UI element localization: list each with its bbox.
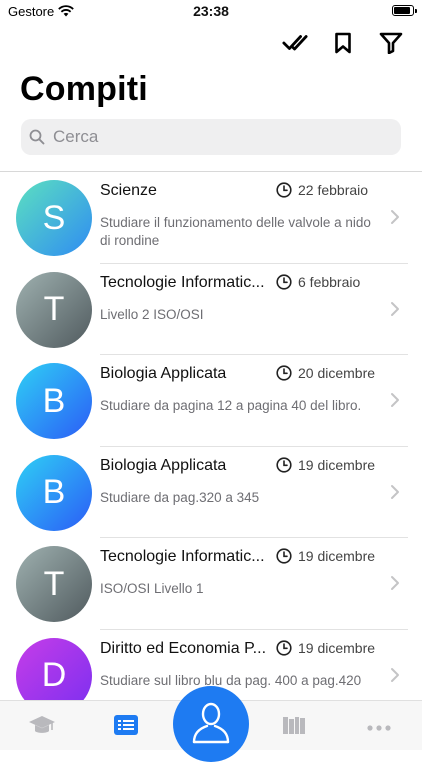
list-item[interactable]: T Tecnologie Informatic... 6 febbraio Li…	[0, 264, 422, 355]
tab-homework[interactable]	[111, 713, 141, 741]
description-text: Studiare il funzionamento delle valvole …	[100, 215, 371, 248]
avatar: B	[16, 363, 92, 439]
checkmark-double-icon[interactable]	[282, 30, 308, 56]
due-date: 20 dicembre	[276, 365, 375, 381]
list-item[interactable]: T Tecnologie Informatic... 19 dicembre I…	[0, 538, 422, 630]
chevron-right-icon	[390, 484, 400, 500]
bookmark-icon[interactable]	[330, 30, 356, 56]
tab-more[interactable]	[364, 713, 394, 741]
clock-icon	[276, 273, 292, 290]
search-bar[interactable]	[21, 119, 401, 155]
search-input[interactable]	[51, 126, 355, 148]
due-date: 22 febbraio	[276, 182, 368, 198]
due-date: 19 dicembre	[276, 457, 375, 473]
avatar: B	[16, 454, 92, 531]
due-date: 19 dicembre	[276, 548, 375, 564]
books-icon	[281, 714, 307, 741]
status-bar: Gestore 23:38	[0, 0, 422, 22]
graduation-cap-icon	[28, 714, 56, 741]
description-text: Livello 2 ISO/OSI	[100, 306, 204, 322]
page-title: Compiti	[20, 70, 148, 108]
due-date: 6 febbraio	[276, 274, 360, 290]
clock-icon	[276, 456, 292, 473]
tab-books[interactable]	[279, 713, 309, 741]
date-label: 19 dicembre	[298, 456, 376, 473]
subject-label: Diritto ed Economia P...	[100, 639, 267, 657]
description-text: ISO/OSI Livello 1	[100, 581, 204, 596]
date-label: 6 febbraio	[298, 273, 361, 290]
clock-icon	[276, 639, 292, 656]
status-time: 23:38	[193, 3, 229, 19]
subject-label: Tecnologie Informatic...	[100, 548, 265, 565]
list-item[interactable]: B Biologia Applicata 20 dicembre Studiar…	[0, 355, 422, 447]
avatar: T	[16, 546, 92, 622]
subject-label: Tecnologie Informatic...	[100, 273, 265, 291]
clock-icon	[276, 182, 292, 198]
subject-label: Biologia Applicata	[100, 365, 227, 382]
due-date: 19 dicembre	[276, 640, 375, 656]
toolbar	[282, 30, 404, 56]
tab-profile[interactable]	[173, 686, 249, 762]
filter-icon[interactable]	[378, 30, 404, 56]
list-item[interactable]: B Biologia Applicata 19 dicembre Studiar…	[0, 447, 422, 538]
chevron-right-icon	[390, 209, 400, 225]
date-label: 19 dicembre	[298, 639, 376, 656]
chevron-right-icon	[390, 575, 400, 591]
homework-list: S Scienze 22 febbraio Studiare il funzio…	[0, 172, 422, 721]
subject-label: Scienze	[100, 182, 157, 199]
search-icon	[29, 129, 45, 145]
list-item[interactable]: S Scienze 22 febbraio Studiare il funzio…	[0, 172, 422, 264]
date-label: 19 dicembre	[298, 548, 376, 564]
more-icon	[367, 718, 391, 736]
description-text: Studiare da pagina 12 a pagina 40 del li…	[100, 398, 362, 413]
list-icon	[113, 714, 139, 741]
description-text: Studiare da pag.320 a 345	[100, 489, 260, 505]
subject-label: Biologia Applicata	[100, 456, 227, 474]
tab-grades[interactable]	[27, 713, 57, 741]
clock-icon	[276, 548, 292, 564]
chevron-right-icon	[390, 667, 400, 683]
date-label: 22 febbraio	[298, 182, 369, 198]
clock-icon	[276, 365, 292, 381]
chevron-right-icon	[390, 392, 400, 408]
avatar: T	[16, 271, 92, 348]
date-label: 20 dicembre	[298, 365, 376, 381]
battery-icon	[392, 5, 417, 16]
user-icon	[191, 700, 231, 749]
avatar: S	[16, 180, 92, 256]
description-text: Studiare sul libro blu da pag. 400 a pag…	[100, 672, 362, 688]
chevron-right-icon	[390, 301, 400, 317]
